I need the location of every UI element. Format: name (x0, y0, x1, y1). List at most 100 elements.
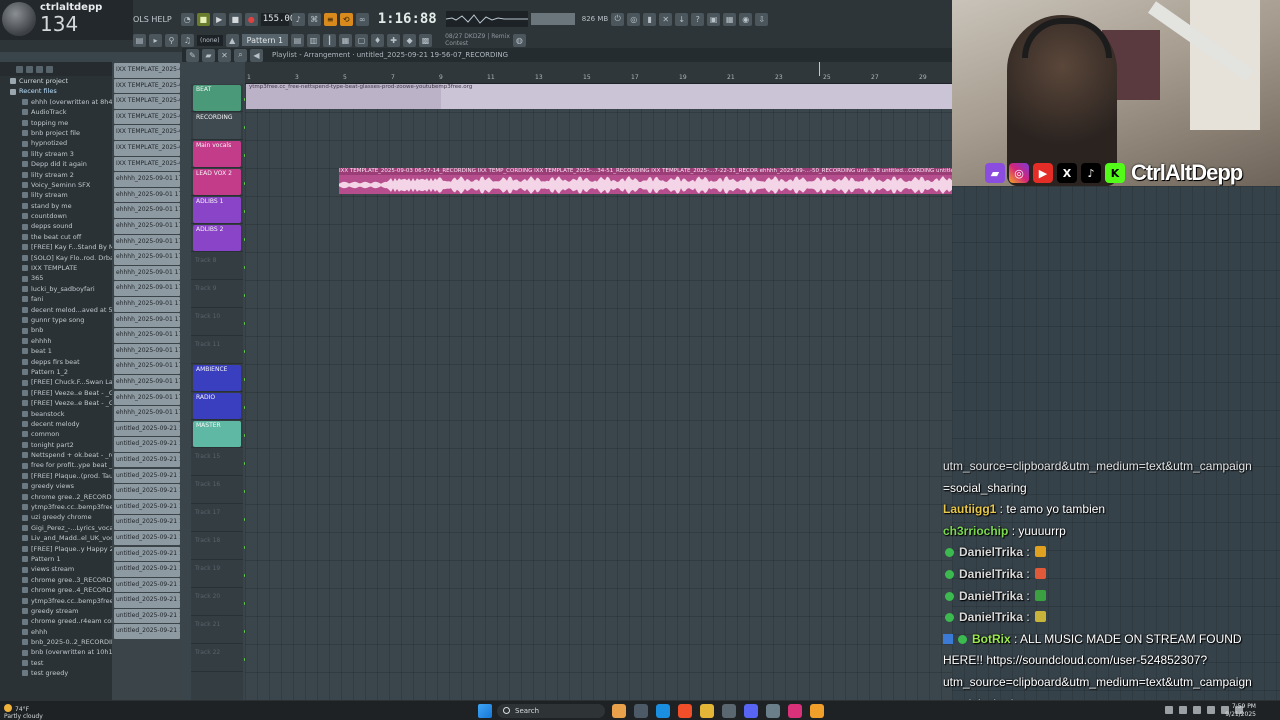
clip-source-item[interactable]: untitled_2025-09-21 19-.. (114, 577, 180, 593)
menu-help[interactable]: OLS HELP (133, 15, 172, 24)
microphone-icon[interactable]: ▮ (643, 12, 657, 26)
clip-source-item[interactable]: ehhhh_2025-09-01 17-49.. (114, 281, 180, 296)
browser-item[interactable]: Pattern 1 (4, 554, 112, 564)
save-icon[interactable]: ▣ (707, 12, 721, 26)
clip-source-item[interactable]: untitled_2025-09-21 19-.. (114, 608, 180, 624)
audio-clip-vocals[interactable]: IXX TEMPLATE_2025-09-03 06-57-14_RECORDI… (339, 168, 1015, 194)
track-header[interactable]: Track 20 (191, 588, 247, 616)
tempo-tap-icon[interactable]: ✚ (387, 33, 401, 47)
clip-source-item[interactable]: ehhhh_2025-09-01 17-53.. (114, 343, 180, 359)
link-icon[interactable]: ⚲ (165, 33, 178, 47)
browser-item[interactable]: the beat cut off (4, 232, 112, 242)
track-header[interactable]: RADIO (191, 392, 247, 420)
clip-source-item[interactable]: untitled_2025-09-21 19-.. (114, 468, 180, 484)
clip-source-item[interactable]: IXX TEMPLATE_2025-09-... (114, 78, 180, 94)
track-header[interactable]: MASTER (191, 420, 247, 448)
track-header[interactable]: BEAT (191, 84, 247, 112)
track-header[interactable]: Track 10 (191, 308, 247, 336)
browser-item[interactable]: Liv_and_Madd..el_UK_vocal (4, 533, 112, 543)
browser-item[interactable]: bnb (4, 325, 112, 335)
close-icon[interactable]: ✕ (659, 12, 673, 26)
plugin-icon[interactable]: ▦ (723, 12, 737, 26)
clip-source-item[interactable]: ehhhh_2025-09-01 17-45.. (114, 203, 180, 218)
tempo-display[interactable]: 155.000 (260, 12, 301, 26)
track-header[interactable]: Track 18 (191, 532, 247, 560)
wifi-icon[interactable] (1207, 706, 1215, 714)
track-header[interactable]: Main vocals (191, 140, 247, 168)
clip-source-item[interactable]: untitled_2025-09-21 19-.. (114, 546, 180, 561)
clip-source-item[interactable]: untitled_2025-09-21 19-.. (114, 484, 180, 499)
clip-source-item[interactable]: ehhhh_2025-09-01 17-53.. (114, 359, 180, 374)
track-color-block[interactable]: RECORDING (193, 113, 241, 139)
bell-icon[interactable]: ♫ (181, 33, 194, 47)
metronome-icon[interactable]: ◔ (180, 12, 194, 26)
download-icon[interactable]: ↓ (675, 12, 689, 26)
pattern-selector[interactable]: Pattern 1 (241, 34, 289, 46)
browser-item[interactable]: greedy stream (4, 606, 112, 616)
browser-item[interactable]: chrome gree..3_RECORDING (4, 575, 112, 585)
clip-source-item[interactable]: ehhhh_2025-09-01 17-56.. (114, 406, 180, 421)
piano-roll-icon[interactable]: ▤ (133, 33, 146, 47)
clip-source-item[interactable]: untitled_2025-09-21 19-.. (114, 421, 180, 437)
browser-item[interactable]: fani (4, 294, 112, 304)
browser-item[interactable]: lilty stream (4, 190, 112, 200)
browser-folder[interactable]: Recent files (4, 86, 112, 96)
obs-icon[interactable] (788, 704, 802, 718)
browser-item[interactable]: [FREE] Chuck.F...Swan Lake_ (4, 377, 112, 387)
track-header[interactable]: Track 21 (191, 616, 247, 644)
browser-item[interactable]: ytmp3free.cc..bemp3free.org (4, 596, 112, 606)
taskbar-clock[interactable]: 7:59 PM 9/21/2025 (1225, 703, 1256, 719)
typing-keyboard-icon[interactable]: ♪ (291, 12, 305, 26)
clip-source-item[interactable]: IXX TEMPLATE_2025-09-... (114, 141, 180, 156)
browser-item[interactable]: [FREE] Veeze..e Beat - _Go_1 (4, 388, 112, 398)
piano-icon[interactable]: ▦ (339, 33, 353, 47)
channel-rack-icon[interactable]: ▥ (307, 33, 321, 47)
delete-tool-icon[interactable]: ✕ (218, 48, 231, 62)
browser-item[interactable]: [FREE] Veeze..e Beat - _Go_ (4, 398, 112, 408)
mode-song-button[interactable]: ■ (196, 12, 210, 26)
browser-item[interactable]: free for profit..ype beat _ss (4, 460, 112, 470)
chat-username[interactable]: DanielTrika (959, 610, 1023, 624)
browser-item[interactable]: gunnr type song (4, 315, 112, 325)
clip-source-item[interactable]: IXX TEMPLATE_2025-09-... (114, 109, 180, 125)
browser-item[interactable]: chrome greed..r4eam collab (4, 616, 112, 626)
app-pin-1[interactable] (612, 704, 626, 718)
browser-search-icon[interactable] (36, 65, 43, 73)
clip-source-item[interactable]: ehhhh_2025-09-01 17-44.. (114, 187, 180, 203)
browser-item[interactable]: ehhh (4, 627, 112, 637)
browser-item[interactable]: depps firs beat (4, 357, 112, 367)
edge-icon[interactable] (656, 704, 670, 718)
chat-username[interactable]: BotRix (972, 632, 1011, 646)
browser-item[interactable]: test (4, 658, 112, 668)
browser-item[interactable]: [FREE] Plaque..y Happy 2025 (4, 544, 112, 554)
browser-item[interactable]: beat 1 (4, 346, 112, 356)
playlist-icon[interactable]: ▤ (291, 33, 305, 47)
browser-item[interactable]: decent melod...aved at 5h27) (4, 305, 112, 315)
wait-input-icon[interactable]: ∞ (355, 12, 369, 26)
browser-item[interactable]: views stream (4, 564, 112, 574)
clip-source-item[interactable]: ehhhh_2025-09-01 17-50.. (114, 312, 180, 328)
loop-record-icon[interactable]: ⟲ (339, 12, 353, 26)
track-header[interactable]: ADLIBS 1 (191, 196, 247, 224)
browser-item[interactable]: hypnotized (4, 138, 112, 148)
online-news-icon[interactable]: ◍ (512, 33, 526, 47)
clip-source-item[interactable]: IXX TEMPLATE_2025-09-... (114, 94, 180, 109)
browser-item[interactable]: beanstock (4, 409, 112, 419)
browser-item[interactable]: decent melody (4, 419, 112, 429)
clip-source-item[interactable]: ehhhh_2025-09-01 17-46.. (114, 219, 180, 234)
clip-source-item[interactable]: ehhhh_2025-09-01 17-47.. (114, 250, 180, 265)
track-header[interactable]: ADLIBS 2 (191, 224, 247, 252)
start-button[interactable] (478, 704, 492, 718)
browser-item[interactable]: AudioTrack (4, 107, 112, 117)
chrome-icon[interactable] (678, 704, 692, 718)
audio-clip-beat[interactable]: ytmp3free.cc_free-nettspend-type-beat-gl… (246, 84, 952, 109)
chat-username[interactable]: DanielTrika (959, 545, 1023, 559)
help-icon[interactable]: ? (691, 12, 705, 26)
marker-icon[interactable]: ◆ (403, 33, 417, 47)
chat-username[interactable]: DanielTrika (959, 589, 1023, 603)
track-color-block[interactable]: Main vocals (193, 141, 241, 167)
clip-source-item[interactable]: ehhhh_2025-09-01 17-52.. (114, 328, 180, 343)
mixer-icon[interactable]: ┃ (323, 33, 337, 47)
blend-notes-icon[interactable]: ≡ (323, 12, 337, 26)
midi-icon[interactable]: ◎ (627, 12, 641, 26)
